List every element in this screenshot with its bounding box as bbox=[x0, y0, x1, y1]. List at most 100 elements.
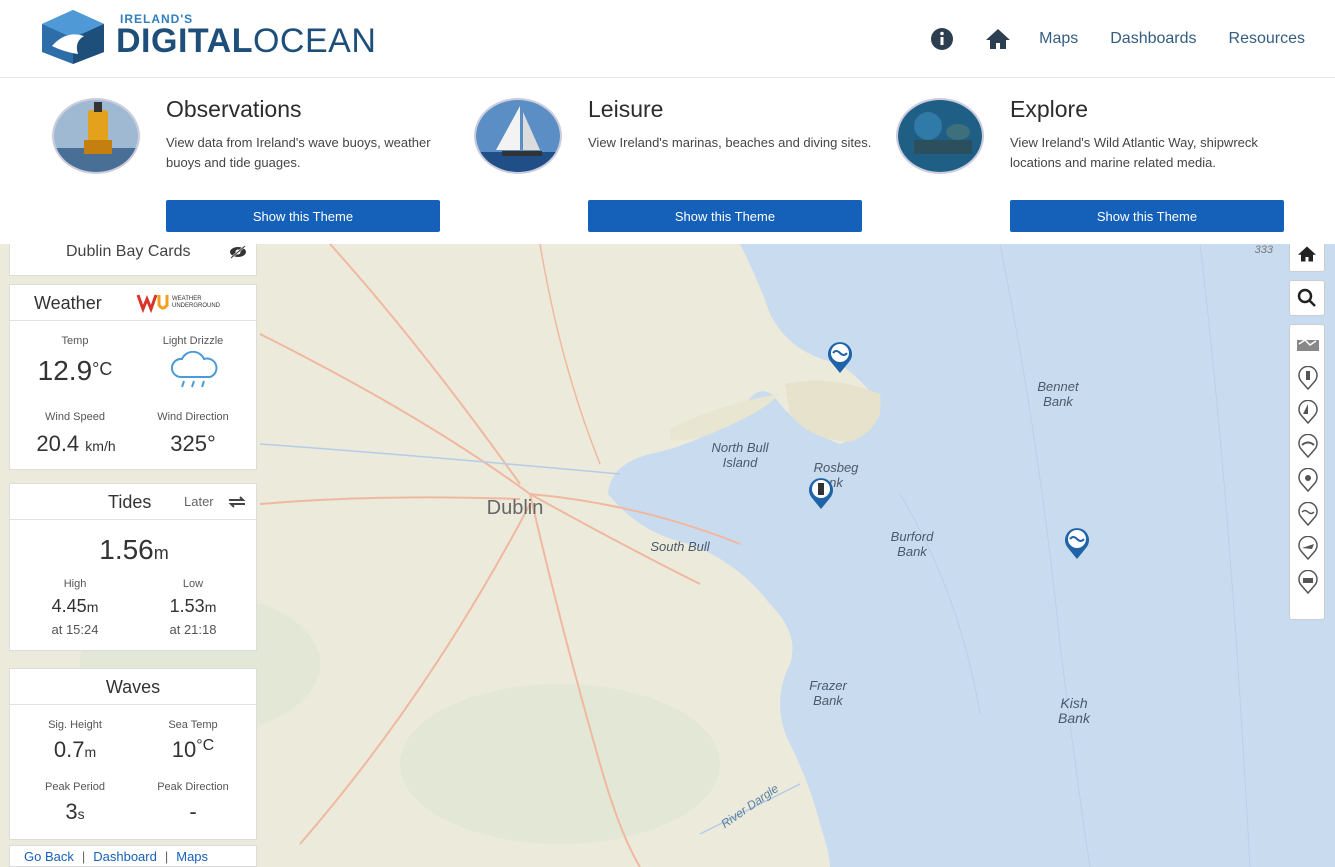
hide-cards-icon[interactable] bbox=[228, 244, 248, 260]
tide-current-value: 1.56m bbox=[99, 534, 169, 565]
tides-title: Tides bbox=[108, 492, 152, 512]
peak-direction-value: - bbox=[189, 799, 197, 824]
theme-explore: Explore View Ireland's Wild Atlantic Way… bbox=[896, 78, 1316, 244]
theme-description: View data from Ireland's wave buoys, wea… bbox=[166, 135, 431, 170]
theme-observations: Observations View data from Ireland's wa… bbox=[52, 78, 472, 244]
waves-title: Waves bbox=[105, 677, 161, 697]
search-icon bbox=[1297, 288, 1316, 307]
map-label-north-bull: North Bull Island bbox=[711, 440, 769, 470]
drizzle-cloud-icon bbox=[171, 351, 218, 388]
show-theme-button[interactable]: Show this Theme bbox=[588, 200, 862, 232]
diving-marker-icon bbox=[1298, 468, 1318, 492]
peak-period-label: Peak Period bbox=[45, 781, 105, 793]
wave-marker-icon bbox=[1298, 502, 1318, 526]
theme-title: Leisure bbox=[588, 96, 664, 122]
sidebar-footer-links: Go Back | Dashboard | Maps bbox=[9, 845, 257, 867]
nav-resources[interactable]: Resources bbox=[1229, 24, 1305, 54]
nav-maps[interactable]: Maps bbox=[1039, 24, 1078, 54]
wave-buoy-pin-icon[interactable] bbox=[825, 338, 855, 374]
wind-speed-value: 20.4 km/h bbox=[36, 431, 116, 456]
media-layer-button[interactable] bbox=[1295, 569, 1321, 595]
swap-arrows-icon[interactable] bbox=[226, 494, 248, 510]
map-label-dublin: Dublin bbox=[486, 497, 544, 519]
basemap-icon bbox=[1297, 339, 1319, 351]
waves-card-header: Waves bbox=[10, 669, 256, 705]
temp-value: 12.9°C bbox=[37, 355, 113, 386]
observations-image bbox=[52, 98, 140, 174]
map-scale-text: 333 bbox=[1254, 244, 1273, 256]
leisure-image bbox=[474, 98, 562, 174]
wind-direction-value: 325° bbox=[170, 431, 216, 456]
logo-title: DIGITALOCEAN bbox=[116, 22, 377, 60]
shipwreck-layer-button[interactable] bbox=[1295, 535, 1321, 561]
temp-label: Temp bbox=[61, 335, 89, 347]
nav-dashboards[interactable]: Dashboards bbox=[1110, 24, 1196, 54]
sailboat-marker-icon bbox=[1298, 400, 1318, 424]
lighthouse-pin-icon[interactable] bbox=[806, 474, 836, 510]
weather-card: Weather WEATHER UNDERGROUND Temp 12.9°C … bbox=[9, 284, 257, 470]
home-icon[interactable] bbox=[983, 24, 1013, 54]
top-nav: Maps Dashboards Resources bbox=[927, 24, 1305, 54]
theme-title: Explore bbox=[1010, 96, 1088, 122]
map-label-frazer-bank: Frazer Bank bbox=[809, 678, 847, 708]
maps-link[interactable]: Maps bbox=[176, 849, 208, 864]
app-header: IRELAND'S DIGITALOCEAN Maps Dashboards R… bbox=[0, 0, 1335, 78]
condition-label: Light Drizzle bbox=[162, 335, 224, 347]
show-theme-button[interactable]: Show this Theme bbox=[1010, 200, 1284, 232]
map-layer-toolbar bbox=[1289, 324, 1325, 620]
go-back-link[interactable]: Go Back bbox=[24, 849, 74, 864]
logo-mark-icon bbox=[42, 10, 104, 64]
basemap-layer-button[interactable] bbox=[1295, 331, 1321, 357]
media-marker-icon bbox=[1298, 570, 1318, 594]
theme-leisure: Leisure View Ireland's marinas, beaches … bbox=[474, 78, 894, 244]
sig-height-value: 0.7m bbox=[53, 737, 97, 762]
waves-card: Waves Sig. Height 0.7m Sea Temp 10°C Pea… bbox=[9, 668, 257, 840]
theme-description: View Ireland's marinas, beaches and divi… bbox=[588, 135, 872, 150]
weather-title: Weather bbox=[34, 293, 102, 313]
wind-direction-label: Wind Direction bbox=[157, 411, 229, 423]
show-theme-button[interactable]: Show this Theme bbox=[166, 200, 440, 232]
theme-description: View Ireland's Wild Atlantic Way, shipwr… bbox=[1010, 135, 1258, 170]
peak-direction-label: Peak Direction bbox=[157, 781, 229, 793]
beach-layer-button[interactable] bbox=[1295, 433, 1321, 459]
wu-logo-text: WEATHER UNDERGROUND bbox=[172, 296, 220, 309]
digital-ocean-logo[interactable]: IRELAND'S DIGITALOCEAN bbox=[38, 6, 398, 68]
map-label-kish-bank: Kish Bank bbox=[1058, 695, 1090, 726]
dublin-bay-cards-header: Dublin Bay Cards bbox=[9, 244, 257, 276]
tides-card-header: Tides Later bbox=[10, 484, 256, 520]
home-icon bbox=[1298, 246, 1316, 262]
tide-low-time: at 21:18 bbox=[169, 622, 217, 637]
map-search-button[interactable] bbox=[1289, 280, 1325, 316]
wave-buoy-pin-icon[interactable] bbox=[1062, 524, 1092, 560]
wu-logo-icon bbox=[136, 294, 169, 313]
sailing-layer-button[interactable] bbox=[1295, 399, 1321, 425]
tide-high-time: at 15:24 bbox=[51, 622, 99, 637]
weather-card-header: Weather WEATHER UNDERGROUND bbox=[10, 285, 256, 321]
diving-layer-button[interactable] bbox=[1295, 467, 1321, 493]
weather-underground-logo: WEATHER UNDERGROUND bbox=[136, 291, 244, 315]
info-icon[interactable] bbox=[927, 24, 957, 54]
dashboard-link[interactable]: Dashboard bbox=[93, 849, 157, 864]
tide-high-value: 4.45m bbox=[51, 596, 99, 616]
peak-period-value: 3s bbox=[65, 799, 85, 824]
themes-panel: Observations View data from Ireland's wa… bbox=[0, 78, 1335, 244]
map-label-bennet-bank: Bennet Bank bbox=[1037, 379, 1079, 409]
map-home-button[interactable] bbox=[1289, 244, 1325, 272]
sea-temp-value: 10°C bbox=[171, 737, 215, 762]
wave-layer-button[interactable] bbox=[1295, 501, 1321, 527]
explore-image bbox=[896, 98, 984, 174]
shipwreck-marker-icon bbox=[1298, 536, 1318, 560]
wind-speed-label: Wind Speed bbox=[45, 411, 105, 423]
tide-low-label: Low bbox=[182, 578, 204, 590]
theme-title: Observations bbox=[166, 96, 302, 122]
beach-marker-icon bbox=[1298, 434, 1318, 458]
dublin-bay-cards-title: Dublin Bay Cards bbox=[66, 243, 191, 260]
sea-temp-label: Sea Temp bbox=[168, 719, 218, 731]
tide-high-label: High bbox=[63, 578, 87, 590]
tide-low-value: 1.53m bbox=[169, 596, 217, 616]
map-label-south-bull: South Bull bbox=[650, 539, 710, 554]
observations-layer-button[interactable] bbox=[1295, 365, 1321, 391]
buoy-marker-icon bbox=[1298, 366, 1318, 390]
tides-later-link[interactable]: Later bbox=[184, 494, 214, 509]
tides-card: Tides Later 1.56m High 4.45m at 15:24 Lo… bbox=[9, 483, 257, 651]
